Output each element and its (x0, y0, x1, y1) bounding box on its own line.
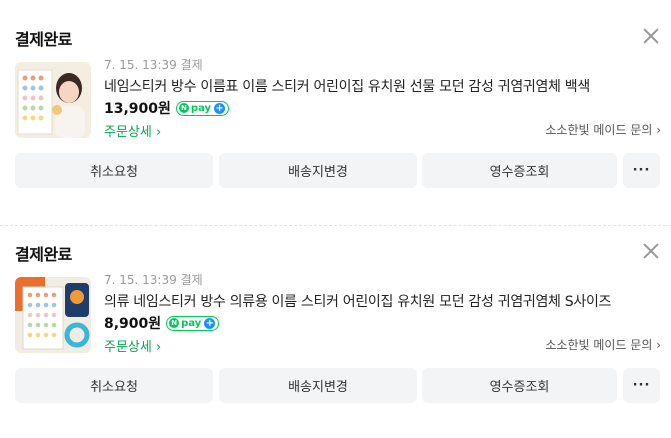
receipt-button[interactable]: 영수증조회 (422, 368, 617, 403)
more-button[interactable]: ··· (623, 368, 660, 403)
plus-icon: + (214, 102, 226, 114)
price-row: 13,900원 N pay + (104, 98, 230, 118)
npay-icon: N (178, 103, 189, 113)
order-card: 결제완료 7. 15. 13:39 결제 네임스티커 방수 이름표 이름 스티커… (0, 12, 671, 226)
cancel-request-button[interactable]: 취소요청 (15, 153, 213, 188)
npay-icon: N (169, 318, 180, 328)
npay-label: pay (190, 102, 212, 114)
close-icon[interactable] (643, 28, 659, 44)
order-detail-link[interactable]: 주문상세 › (104, 336, 161, 355)
npay-badge: N pay + (166, 315, 220, 331)
npay-label: pay (181, 317, 202, 329)
product-title[interactable]: 의류 네임스티커 방수 의류용 이름 스티커 어린이집 유치원 모던 감성 귀염… (104, 291, 652, 311)
product-thumbnail[interactable] (15, 277, 91, 353)
price: 8,900원 (104, 316, 162, 332)
divider (0, 225, 671, 226)
more-button[interactable]: ··· (623, 153, 660, 188)
price-row: 8,900원 N pay + (104, 313, 220, 333)
payment-date: 7. 15. 13:39 결제 (104, 273, 203, 287)
payment-date: 7. 15. 13:39 결제 (104, 58, 203, 72)
order-card: 결제완료 7. 15. 13:39 결제 의류 네임스티커 방수 의류용 이름 … (0, 227, 671, 433)
cancel-request-button[interactable]: 취소요청 (15, 368, 213, 403)
change-address-button[interactable]: 배송지변경 (219, 368, 417, 403)
product-title[interactable]: 네임스티커 방수 이름표 이름 스티커 어린이집 유치원 선물 모던 감성 귀염… (104, 76, 652, 96)
plus-icon: + (204, 317, 216, 329)
seller-inquiry-link[interactable]: 소소한빛 메이드 문의 › (545, 336, 661, 353)
order-status: 결제완료 (15, 245, 72, 264)
close-icon[interactable] (643, 243, 659, 259)
order-status: 결제완료 (15, 30, 72, 49)
price: 13,900원 (104, 101, 171, 117)
seller-inquiry-link[interactable]: 소소한빛 메이드 문의 › (545, 121, 661, 138)
npay-badge: N pay + (175, 100, 230, 116)
change-address-button[interactable]: 배송지변경 (219, 153, 417, 188)
product-thumbnail[interactable] (15, 62, 91, 138)
order-detail-link[interactable]: 주문상세 › (104, 121, 161, 140)
receipt-button[interactable]: 영수증조회 (422, 153, 617, 188)
